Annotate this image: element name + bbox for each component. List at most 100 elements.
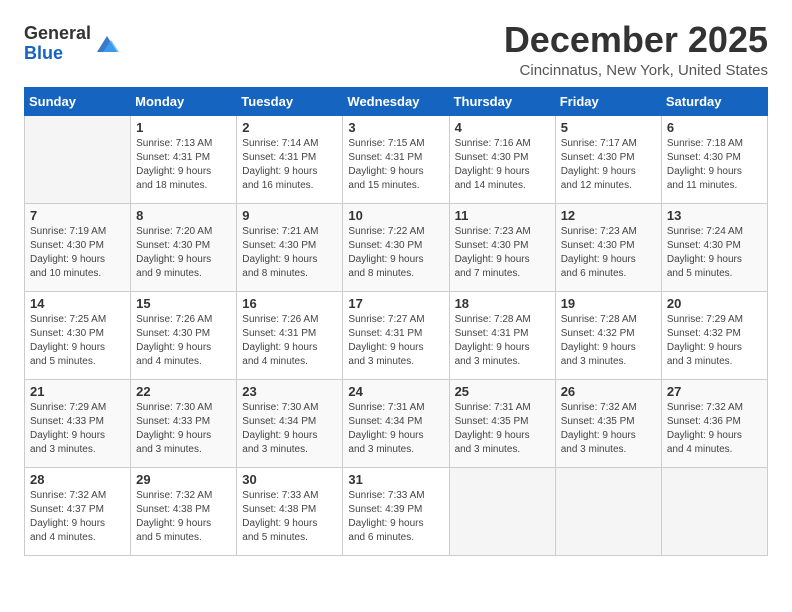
calendar-cell: 25Sunrise: 7:31 AM Sunset: 4:35 PM Dayli… [449, 379, 555, 467]
calendar-cell: 10Sunrise: 7:22 AM Sunset: 4:30 PM Dayli… [343, 203, 449, 291]
calendar-cell: 14Sunrise: 7:25 AM Sunset: 4:30 PM Dayli… [25, 291, 131, 379]
day-number: 11 [455, 208, 550, 223]
day-number: 30 [242, 472, 337, 487]
calendar-cell: 8 Sunrise: 7:20 AM Sunset: 4:30 PM Daylig… [131, 203, 237, 291]
day-number: 31 [348, 472, 443, 487]
calendar-week-row: 14Sunrise: 7:25 AM Sunset: 4:30 PM Dayli… [25, 291, 768, 379]
day-number: 18 [455, 296, 550, 311]
day-info: Sunrise: 7:33 AM Sunset: 4:38 PM Dayligh… [242, 489, 337, 545]
calendar-cell: 6 Sunrise: 7:18 AM Sunset: 4:30 PM Daylig… [661, 115, 767, 203]
day-info: Sunrise: 7:32 AM Sunset: 4:36 PM Dayligh… [667, 401, 762, 457]
calendar-cell: 13 Sunrise: 7:24 AM Sunset: 4:30 PM Dayli… [661, 203, 767, 291]
day-number: 5 [561, 120, 656, 135]
calendar-cell: 27 Sunrise: 7:32 AM Sunset: 4:36 PM Dayli… [661, 379, 767, 467]
day-number: 7 [30, 208, 125, 223]
calendar-header: SundayMondayTuesdayWednesdayThursdayFrid… [25, 87, 768, 115]
calendar-cell: 16 Sunrise: 7:26 AM Sunset: 4:31 PM Dayli… [237, 291, 343, 379]
weekday-header: Wednesday [343, 87, 449, 115]
day-info: Sunrise: 7:21 AM Sunset: 4:30 PM Dayligh… [242, 225, 337, 281]
day-number: 29 [136, 472, 231, 487]
day-number: 24 [348, 384, 443, 399]
calendar-cell: 21 Sunrise: 7:29 AM Sunset: 4:33 PM Dayli… [25, 379, 131, 467]
calendar-table: SundayMondayTuesdayWednesdayThursdayFrid… [24, 87, 768, 556]
day-number: 12 [561, 208, 656, 223]
day-number: 22 [136, 384, 231, 399]
day-info: Sunrise: 7:31 AM Sunset: 4:35 PM Dayligh… [455, 401, 550, 457]
logo-icon [93, 30, 121, 58]
location: Cincinnatus, New York, United States [504, 62, 768, 79]
logo-blue: Blue [24, 43, 63, 63]
calendar-cell: 28 Sunrise: 7:32 AM Sunset: 4:37 PM Dayli… [25, 467, 131, 555]
day-number: 2 [242, 120, 337, 135]
day-info: Sunrise: 7:24 AM Sunset: 4:30 PM Dayligh… [667, 225, 762, 281]
day-number: 4 [455, 120, 550, 135]
weekday-header: Monday [131, 87, 237, 115]
calendar-cell: 23Sunrise: 7:30 AM Sunset: 4:34 PM Dayli… [237, 379, 343, 467]
calendar-cell: 12Sunrise: 7:23 AM Sunset: 4:30 PM Dayli… [555, 203, 661, 291]
logo: General Blue [24, 24, 121, 64]
day-number: 10 [348, 208, 443, 223]
day-info: Sunrise: 7:26 AM Sunset: 4:31 PM Dayligh… [242, 313, 337, 369]
day-number: 19 [561, 296, 656, 311]
day-number: 21 [30, 384, 125, 399]
calendar-cell: 3Sunrise: 7:15 AM Sunset: 4:31 PM Daylig… [343, 115, 449, 203]
day-info: Sunrise: 7:26 AM Sunset: 4:30 PM Dayligh… [136, 313, 231, 369]
day-number: 1 [136, 120, 231, 135]
calendar-cell: 1Sunrise: 7:13 AM Sunset: 4:31 PM Daylig… [131, 115, 237, 203]
day-info: Sunrise: 7:29 AM Sunset: 4:33 PM Dayligh… [30, 401, 125, 457]
calendar-cell: 15 Sunrise: 7:26 AM Sunset: 4:30 PM Dayli… [131, 291, 237, 379]
day-number: 16 [242, 296, 337, 311]
day-info: Sunrise: 7:17 AM Sunset: 4:30 PM Dayligh… [561, 137, 656, 193]
day-number: 28 [30, 472, 125, 487]
day-number: 13 [667, 208, 762, 223]
calendar-cell: 4 Sunrise: 7:16 AM Sunset: 4:30 PM Daylig… [449, 115, 555, 203]
calendar-cell: 20Sunrise: 7:29 AM Sunset: 4:32 PM Dayli… [661, 291, 767, 379]
day-info: Sunrise: 7:29 AM Sunset: 4:32 PM Dayligh… [667, 313, 762, 369]
day-info: Sunrise: 7:31 AM Sunset: 4:34 PM Dayligh… [348, 401, 443, 457]
title-block: December 2025 Cincinnatus, New York, Uni… [504, 20, 768, 79]
day-number: 6 [667, 120, 762, 135]
day-info: Sunrise: 7:33 AM Sunset: 4:39 PM Dayligh… [348, 489, 443, 545]
calendar-cell [555, 467, 661, 555]
calendar-body: 1Sunrise: 7:13 AM Sunset: 4:31 PM Daylig… [25, 115, 768, 555]
header-row: SundayMondayTuesdayWednesdayThursdayFrid… [25, 87, 768, 115]
month-title: December 2025 [504, 20, 768, 60]
day-info: Sunrise: 7:30 AM Sunset: 4:33 PM Dayligh… [136, 401, 231, 457]
calendar-cell: 30 Sunrise: 7:33 AM Sunset: 4:38 PM Dayli… [237, 467, 343, 555]
day-info: Sunrise: 7:27 AM Sunset: 4:31 PM Dayligh… [348, 313, 443, 369]
day-number: 15 [136, 296, 231, 311]
day-number: 9 [242, 208, 337, 223]
day-info: Sunrise: 7:18 AM Sunset: 4:30 PM Dayligh… [667, 137, 762, 193]
calendar-week-row: 7 Sunrise: 7:19 AM Sunset: 4:30 PM Daylig… [25, 203, 768, 291]
day-info: Sunrise: 7:20 AM Sunset: 4:30 PM Dayligh… [136, 225, 231, 281]
calendar-cell: 17 Sunrise: 7:27 AM Sunset: 4:31 PM Dayli… [343, 291, 449, 379]
calendar-cell [661, 467, 767, 555]
day-info: Sunrise: 7:16 AM Sunset: 4:30 PM Dayligh… [455, 137, 550, 193]
day-info: Sunrise: 7:28 AM Sunset: 4:31 PM Dayligh… [455, 313, 550, 369]
calendar-cell: 29 Sunrise: 7:32 AM Sunset: 4:38 PM Dayli… [131, 467, 237, 555]
day-info: Sunrise: 7:32 AM Sunset: 4:37 PM Dayligh… [30, 489, 125, 545]
calendar-cell: 19Sunrise: 7:28 AM Sunset: 4:32 PM Dayli… [555, 291, 661, 379]
day-info: Sunrise: 7:30 AM Sunset: 4:34 PM Dayligh… [242, 401, 337, 457]
calendar-cell: 5 Sunrise: 7:17 AM Sunset: 4:30 PM Daylig… [555, 115, 661, 203]
day-info: Sunrise: 7:19 AM Sunset: 4:30 PM Dayligh… [30, 225, 125, 281]
calendar-week-row: 21 Sunrise: 7:29 AM Sunset: 4:33 PM Dayli… [25, 379, 768, 467]
calendar-week-row: 28 Sunrise: 7:32 AM Sunset: 4:37 PM Dayli… [25, 467, 768, 555]
calendar-cell: 11 Sunrise: 7:23 AM Sunset: 4:30 PM Dayli… [449, 203, 555, 291]
weekday-header: Thursday [449, 87, 555, 115]
calendar-cell: 18 Sunrise: 7:28 AM Sunset: 4:31 PM Dayli… [449, 291, 555, 379]
day-info: Sunrise: 7:25 AM Sunset: 4:30 PM Dayligh… [30, 313, 125, 369]
day-info: Sunrise: 7:23 AM Sunset: 4:30 PM Dayligh… [455, 225, 550, 281]
weekday-header: Saturday [661, 87, 767, 115]
calendar-cell: 2Sunrise: 7:14 AM Sunset: 4:31 PM Daylig… [237, 115, 343, 203]
weekday-header: Tuesday [237, 87, 343, 115]
weekday-header: Sunday [25, 87, 131, 115]
calendar-cell: 7 Sunrise: 7:19 AM Sunset: 4:30 PM Daylig… [25, 203, 131, 291]
weekday-header: Friday [555, 87, 661, 115]
day-number: 17 [348, 296, 443, 311]
logo-general: General [24, 23, 91, 43]
day-number: 26 [561, 384, 656, 399]
day-number: 27 [667, 384, 762, 399]
day-info: Sunrise: 7:32 AM Sunset: 4:38 PM Dayligh… [136, 489, 231, 545]
day-number: 8 [136, 208, 231, 223]
